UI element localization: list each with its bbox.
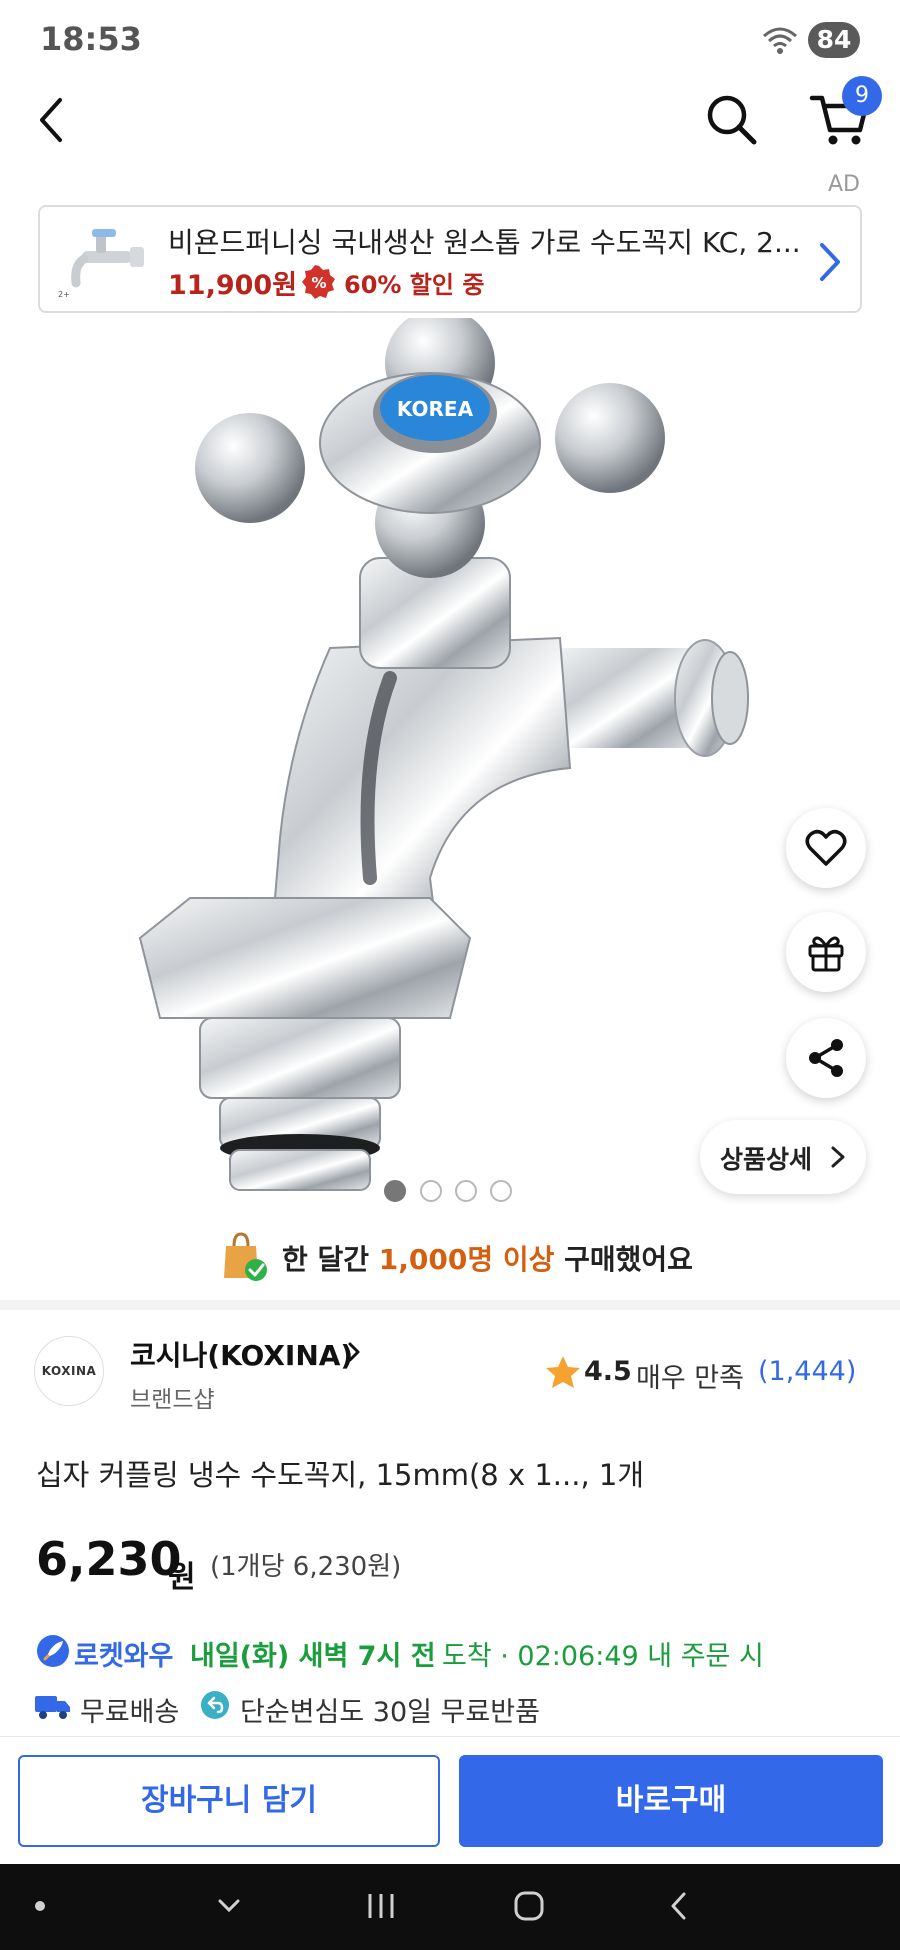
gift-button[interactable] — [786, 912, 866, 992]
free-return-label: 단순변심도 30일 무료반품 — [240, 1697, 540, 1728]
delivery-deadline: 도착 · 02:06:49 내 주문 시 — [442, 1641, 764, 1672]
discount-badge-icon: % — [302, 265, 335, 299]
rating-label: 매우 만족 — [636, 1363, 744, 1394]
svg-text:2+: 2+ — [58, 290, 70, 299]
review-count-link[interactable]: (1,444) — [758, 1356, 856, 1387]
brand-subtitle: 브랜드샵 — [130, 1387, 215, 1413]
carousel-dots — [384, 1180, 524, 1204]
share-button[interactable] — [786, 1018, 866, 1098]
delivery-date: 내일(화) 새벽 7시 전 — [190, 1641, 436, 1672]
product-image[interactable]: KOREA — [130, 318, 770, 1208]
shopping-bag-icon — [224, 1232, 267, 1281]
ad-product-thumbnail: 2+ — [58, 229, 144, 299]
wishlist-button[interactable] — [786, 808, 866, 888]
brand-name-link[interactable]: 코시나(KOXINA) — [130, 1334, 353, 1374]
carousel-dot[interactable] — [384, 1180, 406, 1202]
ad-price: 11,900원 — [168, 270, 298, 301]
price-unit: 원 — [168, 1560, 196, 1595]
chevron-right-icon — [831, 1146, 845, 1168]
return-icon — [201, 1691, 229, 1719]
carousel-dot[interactable] — [490, 1180, 512, 1202]
star-icon — [546, 1356, 580, 1388]
brand-logo-text: KOXINA — [41, 1364, 97, 1378]
purchase-count-highlight: 1,000명 이상 — [378, 1243, 555, 1276]
section-divider — [0, 1300, 900, 1310]
carousel-dot[interactable] — [420, 1180, 442, 1202]
ad-banner[interactable]: 2+ 비욘드퍼니싱 국내생산 원스톱 가로 수도꼭지 KC, 2... 11,9… — [38, 205, 862, 313]
product-detail-button[interactable]: 상품상세 — [700, 1120, 866, 1194]
unit-price: (1개당 6,230원) — [210, 1552, 402, 1582]
cart-count-badge: 9 — [842, 76, 882, 116]
purchase-count-suffix: 구매했어요 — [554, 1243, 693, 1276]
chevron-right-icon — [820, 243, 840, 281]
ad-label: AD — [828, 172, 860, 197]
gift-icon — [808, 936, 844, 972]
rating-score: 4.5 — [584, 1356, 632, 1387]
ad-discount: 60% 할인 중 — [344, 271, 485, 299]
status-time: 18:53 — [40, 20, 142, 58]
battery-badge: 84 — [808, 22, 860, 58]
rocket-icon — [37, 1635, 69, 1667]
svg-text:%: % — [311, 274, 326, 292]
home-icon[interactable] — [512, 1886, 546, 1926]
product-price: 6,230 — [36, 1532, 182, 1586]
search-icon[interactable] — [702, 90, 762, 150]
purchase-count-text: 한 달간 1,000명 이상 구매했어요 — [282, 1238, 693, 1278]
back-icon[interactable] — [666, 1886, 692, 1926]
product-detail-label: 상품상세 — [720, 1145, 813, 1174]
back-arrow-icon[interactable] — [30, 90, 74, 150]
heart-icon — [805, 829, 847, 866]
free-shipping-label: 무료배송 — [80, 1697, 180, 1728]
share-icon — [809, 1039, 843, 1077]
status-bar: 18:53 84 — [0, 0, 900, 80]
truck-icon — [35, 1696, 70, 1719]
purchase-count-prefix: 한 달간 — [282, 1243, 379, 1276]
svg-text:KOREA: KOREA — [397, 397, 474, 421]
buy-now-button[interactable]: 바로구매 — [459, 1755, 883, 1847]
ad-title: 비욘드퍼니싱 국내생산 원스톱 가로 수도꼭지 KC, 2... — [168, 226, 801, 259]
recent-apps-icon[interactable] — [364, 1886, 398, 1926]
carousel-dot[interactable] — [455, 1180, 477, 1202]
rocket-delivery-label: 로켓와우 — [74, 1641, 174, 1672]
chevron-right-icon — [348, 1342, 360, 1362]
chevron-down-icon[interactable] — [214, 1886, 244, 1926]
wifi-icon — [763, 27, 797, 54]
dot-icon — [35, 1901, 45, 1911]
add-to-cart-button[interactable]: 장바구니 담기 — [18, 1755, 440, 1847]
product-title: 십자 커플링 냉수 수도꼭지, 15mm(8 x 1..., 1개 — [36, 1458, 645, 1492]
brand-logo[interactable]: KOXINA — [34, 1336, 104, 1406]
system-nav-bar — [0, 1864, 900, 1950]
action-bar: 장바구니 담기 바로구매 — [0, 1736, 900, 1864]
